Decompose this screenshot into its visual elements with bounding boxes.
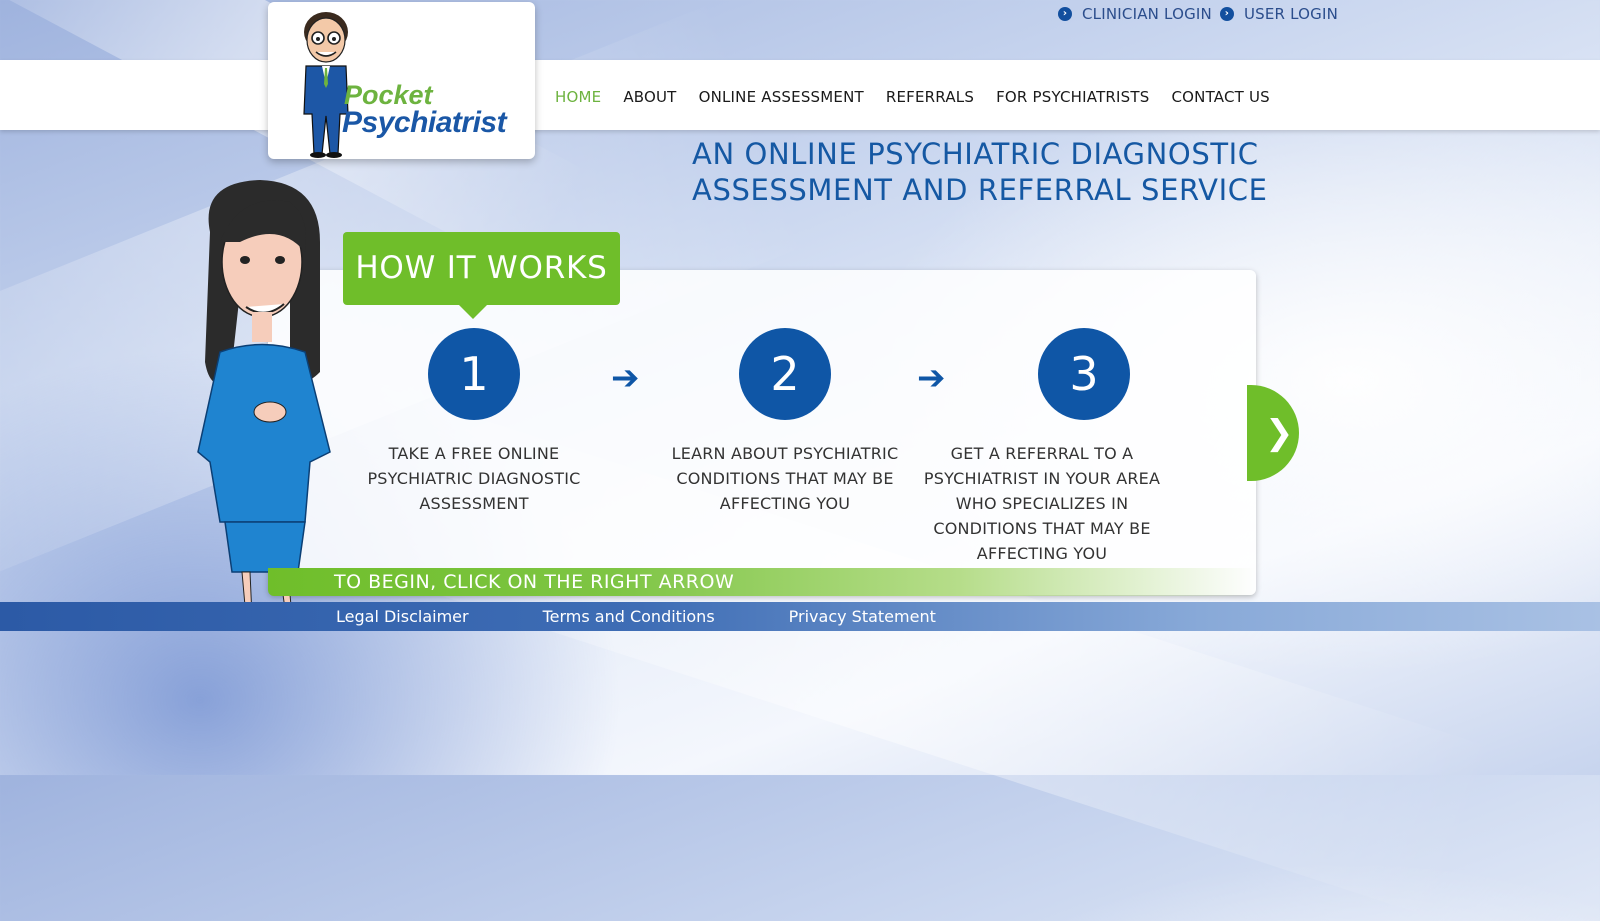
logo-text-psychiatrist: Psychiatrist <box>342 106 507 139</box>
page-headline: AN ONLINE PSYCHIATRIC DIAGNOSTIC ASSESSM… <box>692 136 1332 208</box>
nav-item-online-assessment[interactable]: ONLINE ASSESSMENT <box>699 88 864 106</box>
step-3-text: GET A REFERRAL TO A PSYCHIATRIST IN YOUR… <box>923 444 1161 563</box>
nav-item-for-psychiatrists[interactable]: FOR PSYCHIATRISTS <box>996 88 1149 106</box>
login-links: › CLINICIAN LOGIN › USER LOGIN <box>1058 5 1338 23</box>
step-2-number: 2 <box>739 328 831 420</box>
arrow-right-icon: ➔ <box>917 358 946 398</box>
chevron-right-icon: › <box>1219 7 1234 21</box>
nav-item-referrals[interactable]: REFERRALS <box>886 88 974 106</box>
clinician-login-label: CLINICIAN LOGIN <box>1082 5 1212 23</box>
logo[interactable]: Pocket Psychiatrist <box>268 2 535 159</box>
headline-line-2: ASSESSMENT AND REFERRAL SERVICE <box>692 173 1268 207</box>
begin-instruction: TO BEGIN, CLICK ON THE RIGHT ARROW <box>334 571 735 593</box>
footer-link-terms-and-conditions[interactable]: Terms and Conditions <box>543 607 715 626</box>
footer-link-privacy-statement[interactable]: Privacy Statement <box>789 607 936 626</box>
arrow-right-icon: ➔ <box>611 358 640 398</box>
headline-line-1: AN ONLINE PSYCHIATRIC DIAGNOSTIC <box>692 137 1259 171</box>
how-it-works-badge: HOW IT WORKS <box>343 232 620 319</box>
user-login-link[interactable]: › USER LOGIN <box>1219 5 1339 23</box>
nav-item-home[interactable]: HOME <box>555 88 601 106</box>
woman-mascot-icon <box>197 180 331 627</box>
step-3-number: 3 <box>1038 328 1130 420</box>
step-1-text: TAKE A FREE ONLINE PSYCHIATRIC DIAGNOSTI… <box>367 444 581 513</box>
footer-links: Legal Disclaimer Terms and Conditions Pr… <box>336 607 936 626</box>
clinician-login-link[interactable]: › CLINICIAN LOGIN <box>1058 5 1212 23</box>
footer-link-legal-disclaimer[interactable]: Legal Disclaimer <box>336 607 469 626</box>
step-2-text: LEARN ABOUT PSYCHIATRIC CONDITIONS THAT … <box>671 444 899 513</box>
nav-item-about[interactable]: ABOUT <box>623 88 676 106</box>
nav-item-contact-us[interactable]: CONTACT US <box>1172 88 1270 106</box>
user-login-label: USER LOGIN <box>1243 5 1339 23</box>
chevron-right-icon: › <box>1058 7 1072 21</box>
main-nav: HOME ABOUT ONLINE ASSESSMENT REFERRALS F… <box>555 88 1270 106</box>
step-1-number: 1 <box>428 328 520 420</box>
next-arrow-button[interactable]: ❯ <box>1247 385 1299 481</box>
